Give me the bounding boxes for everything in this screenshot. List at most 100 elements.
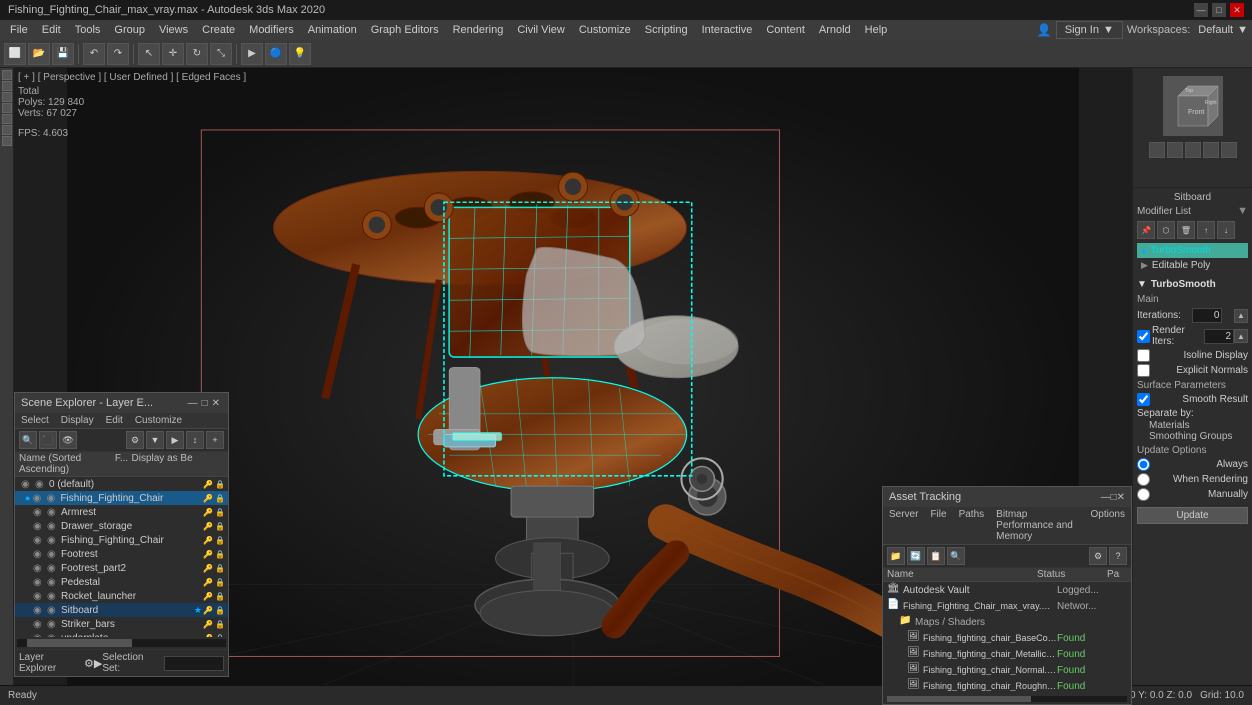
delete-modifier-button[interactable]: 🗑: [1177, 221, 1195, 239]
at-menu-file[interactable]: File: [924, 507, 952, 544]
se-menu-select[interactable]: Select: [15, 413, 55, 428]
left-tool-7[interactable]: [2, 136, 12, 146]
explicit-normals-checkbox[interactable]: [1137, 364, 1150, 377]
left-tool-1[interactable]: [2, 70, 12, 80]
at-list-item[interactable]: 📁 Maps / Shaders: [883, 614, 1131, 630]
selection-set-input[interactable]: [164, 656, 224, 671]
modifier-editable-poly[interactable]: ▶ Editable Poly: [1137, 258, 1248, 273]
se-scrollbar[interactable]: [17, 639, 226, 647]
se-collapse-button[interactable]: ▼: [146, 431, 164, 449]
at-menu-options[interactable]: Options: [1085, 507, 1131, 544]
at-list-item[interactable]: 🖼 Fishing_fighting_chair_Metallic.png Fo…: [883, 646, 1131, 662]
menu-group[interactable]: Group: [108, 22, 151, 38]
se-menu-edit[interactable]: Edit: [100, 413, 129, 428]
se-sort-button[interactable]: ↕: [186, 431, 204, 449]
menu-interactive[interactable]: Interactive: [696, 22, 759, 38]
list-item[interactable]: ● ◉ ◉ Fishing_Fighting_Chair 🔑 🔒: [15, 491, 228, 505]
save-button[interactable]: 💾: [52, 43, 74, 65]
list-item[interactable]: ◉ ◉ Footrest_part2 🔑 🔒: [15, 561, 228, 575]
orbit-button[interactable]: [1221, 142, 1237, 158]
select-button[interactable]: ↖: [138, 43, 160, 65]
menu-rendering[interactable]: Rendering: [447, 22, 510, 38]
menu-customize[interactable]: Customize: [573, 22, 637, 38]
at-menu-server[interactable]: Server: [883, 507, 924, 544]
when-rendering-radio[interactable]: [1137, 473, 1150, 486]
minimize-button[interactable]: —: [1194, 3, 1208, 17]
left-tool-3[interactable]: [2, 92, 12, 102]
at-btn-1[interactable]: 📁: [887, 547, 905, 565]
close-button[interactable]: ✕: [1230, 3, 1244, 17]
at-btn-2[interactable]: 🔄: [907, 547, 925, 565]
at-btn-4[interactable]: 🔍: [947, 547, 965, 565]
menu-scripting[interactable]: Scripting: [639, 22, 694, 38]
manually-radio[interactable]: [1137, 488, 1150, 501]
list-item-sitboard[interactable]: ◉ ◉ Sitboard ★ 🔑 🔒: [15, 603, 228, 617]
nav-cube[interactable]: Front Right Top: [1163, 76, 1223, 136]
left-tool-2[interactable]: [2, 81, 12, 91]
pin-modifier-button[interactable]: 📌: [1137, 221, 1155, 239]
new-scene-button[interactable]: ⬜: [4, 43, 26, 65]
pan-button[interactable]: [1203, 142, 1219, 158]
menu-civil-view[interactable]: Civil View: [511, 22, 570, 38]
left-tool-5[interactable]: [2, 114, 12, 124]
se-display-button[interactable]: 👁: [59, 431, 77, 449]
move-modifier-up-button[interactable]: ↑: [1197, 221, 1215, 239]
list-item[interactable]: ◉ ◉ Drawer_storage 🔑 🔒: [15, 519, 228, 533]
menu-graph-editors[interactable]: Graph Editors: [365, 22, 445, 38]
iterations-input[interactable]: [1192, 308, 1222, 323]
workspaces-dropdown-icon[interactable]: ▼: [1237, 24, 1248, 36]
render-button[interactable]: ▶: [241, 43, 263, 65]
at-menu-paths[interactable]: Paths: [953, 507, 991, 544]
zoom-extents-button[interactable]: [1149, 142, 1165, 158]
layer-explorer-icon[interactable]: ⚙: [84, 657, 94, 670]
at-list-item[interactable]: 🏛 Autodesk Vault Logged...: [883, 582, 1131, 598]
menu-modifiers[interactable]: Modifiers: [243, 22, 300, 38]
menu-animation[interactable]: Animation: [302, 22, 363, 38]
at-menu-bitmap[interactable]: Bitmap Performance and Memory: [990, 507, 1084, 544]
at-close-button[interactable]: ✕: [1117, 492, 1125, 503]
list-item[interactable]: ◉ ◉ Armrest 🔑 🔒: [15, 505, 228, 519]
se-restore-button[interactable]: □: [200, 398, 210, 409]
always-radio[interactable]: [1137, 458, 1150, 471]
se-expand-button[interactable]: ▶: [166, 431, 184, 449]
maximize-button[interactable]: □: [1212, 3, 1226, 17]
at-minimize-button[interactable]: —: [1101, 492, 1111, 503]
render-iters-up[interactable]: ▲: [1234, 329, 1248, 343]
menu-create[interactable]: Create: [196, 22, 241, 38]
list-item[interactable]: ◉ ◉ underplate 🔑 🔒: [15, 631, 228, 637]
left-tool-4[interactable]: [2, 103, 12, 113]
list-item[interactable]: ◉ ◉ Striker_bars 🔑 🔒: [15, 617, 228, 631]
at-scrollbar-thumb[interactable]: [887, 696, 1031, 702]
menu-edit[interactable]: Edit: [36, 22, 67, 38]
se-minimize-button[interactable]: —: [186, 398, 200, 409]
render-iters-checkbox[interactable]: [1137, 330, 1150, 343]
layer-explorer-expand[interactable]: ▶: [94, 657, 102, 670]
redo-button[interactable]: ↷: [107, 43, 129, 65]
smooth-result-checkbox[interactable]: [1137, 393, 1150, 406]
menu-file[interactable]: File: [4, 22, 34, 38]
at-list-item[interactable]: 🖼 Fishing_fighting_chair_Roughness.png F…: [883, 678, 1131, 694]
se-select-all-button[interactable]: ⬛: [39, 431, 57, 449]
se-add-button[interactable]: +: [206, 431, 224, 449]
update-button[interactable]: Update: [1137, 507, 1248, 524]
zoom-out-button[interactable]: [1185, 142, 1201, 158]
at-btn-3[interactable]: 📋: [927, 547, 945, 565]
undo-button[interactable]: ↶: [83, 43, 105, 65]
at-scrollbar[interactable]: [887, 696, 1127, 702]
menu-arnold[interactable]: Arnold: [813, 22, 857, 38]
at-list-item[interactable]: 🖼 Fishing_fighting_chair_Normal.png Foun…: [883, 662, 1131, 678]
list-item[interactable]: ◉ ◉ Rocket_launcher 🔑 🔒: [15, 589, 228, 603]
render-iters-input[interactable]: [1204, 329, 1234, 344]
modifier-dropdown-icon[interactable]: ▼: [1237, 205, 1248, 217]
se-scrollbar-thumb[interactable]: [27, 639, 132, 647]
modifier-type-button[interactable]: ⬡: [1157, 221, 1175, 239]
menu-content[interactable]: Content: [760, 22, 811, 38]
lights-button[interactable]: 💡: [289, 43, 311, 65]
rotate-button[interactable]: ↻: [186, 43, 208, 65]
left-tool-6[interactable]: [2, 125, 12, 135]
menu-help[interactable]: Help: [859, 22, 894, 38]
menu-views[interactable]: Views: [153, 22, 194, 38]
list-item[interactable]: ◉ ◉ Footrest 🔑 🔒: [15, 547, 228, 561]
move-modifier-down-button[interactable]: ↓: [1217, 221, 1235, 239]
move-button[interactable]: ✛: [162, 43, 184, 65]
